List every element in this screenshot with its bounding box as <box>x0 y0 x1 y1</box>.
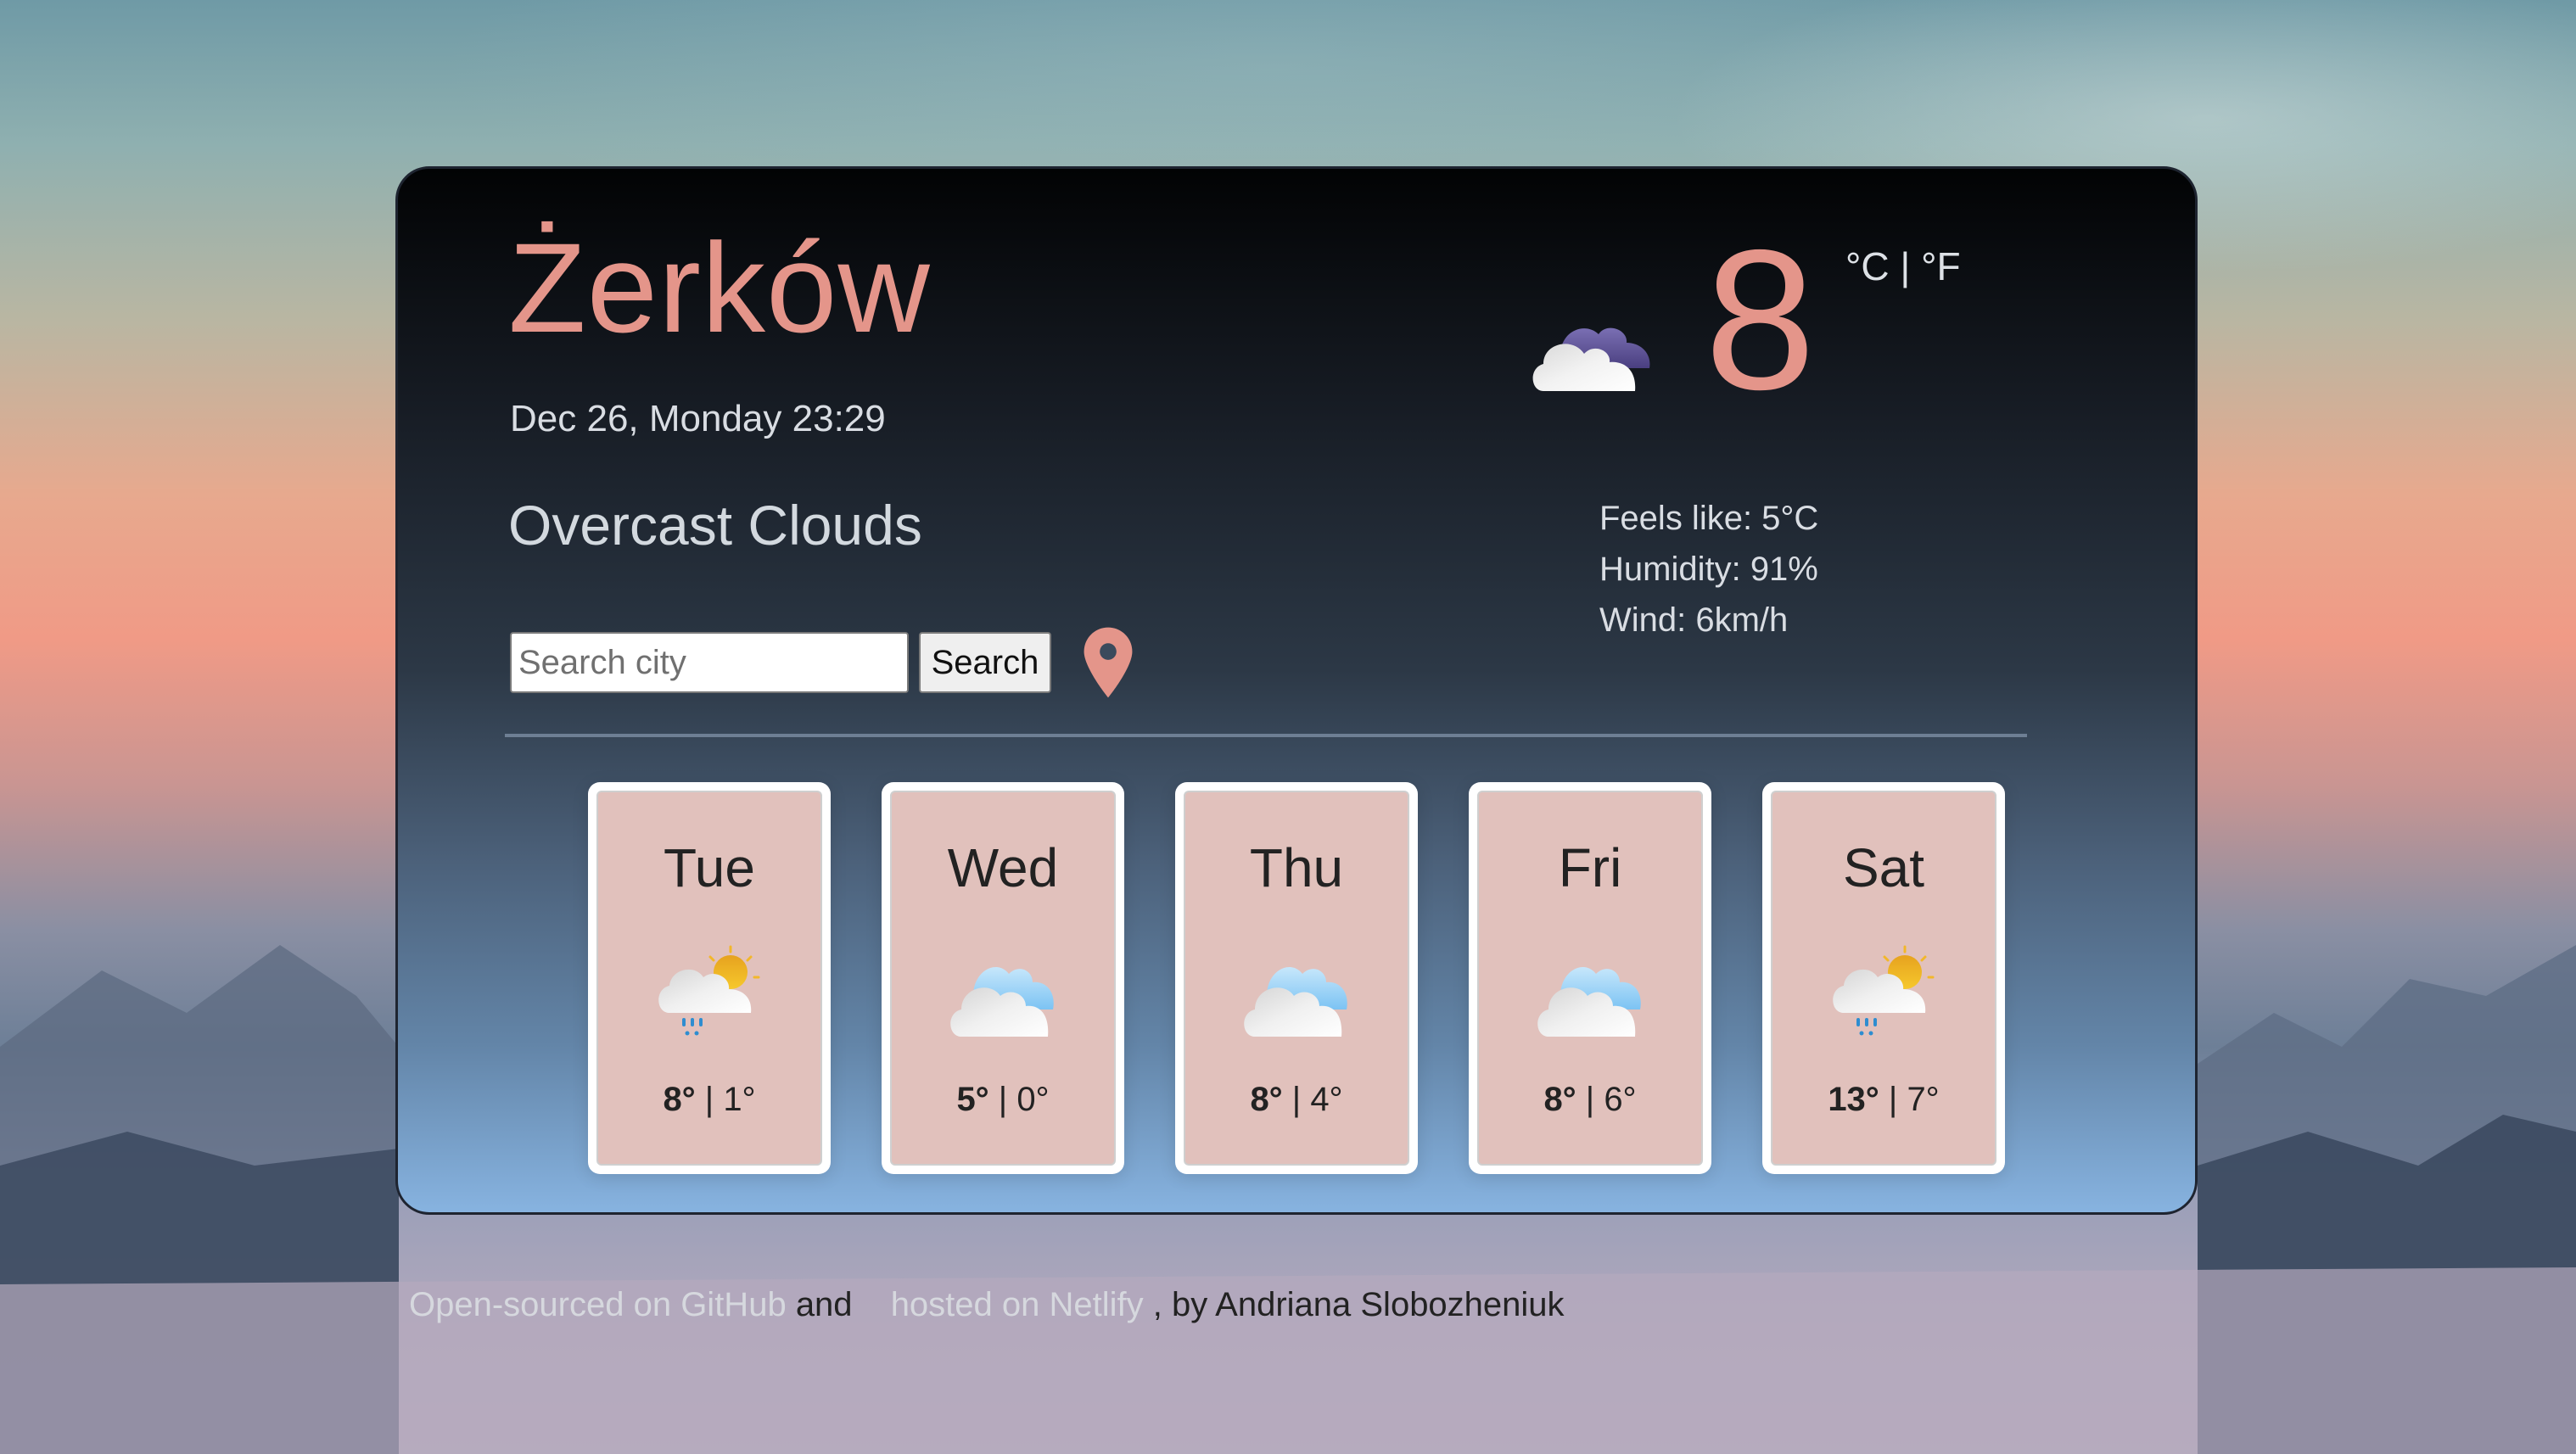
forecast-temps: 5° | 0° <box>892 1081 1114 1119</box>
sun-cloud-rain-icon <box>1833 945 1935 1036</box>
forecast-max-temp: 5° <box>956 1081 989 1118</box>
forecast-day-card-thu[interactable]: Thu 8° | 4° <box>1175 782 1418 1174</box>
weather-description: Overcast Clouds <box>508 494 922 556</box>
unit-toggle: °C | °F <box>1845 243 1961 289</box>
forecast-max-temp: 8° <box>1250 1081 1283 1118</box>
humidity: Humidity: 91% <box>1599 551 1818 588</box>
current-temperature: 8 <box>1705 208 1816 431</box>
cloudy-icon <box>1244 967 1347 1037</box>
feels-like: Feels like: 5°C <box>1599 500 1819 537</box>
fahrenheit-link[interactable]: °F <box>1921 244 1961 288</box>
forecast-separator: | <box>1879 1081 1907 1118</box>
sun-cloud-rain-icon <box>658 945 760 1036</box>
forecast-max-temp: 8° <box>1543 1081 1576 1118</box>
date-time: Dec 26, Monday 23:29 <box>510 398 886 439</box>
forecast-temps: 8° | 6° <box>1479 1081 1701 1119</box>
weather-details: Feels like: 5°C Humidity: 91% Wind: 6km/… <box>1599 493 1818 646</box>
forecast-day-card-tue[interactable]: Tue 8° | 1° <box>588 782 831 1174</box>
forecast-min-temp: 4° <box>1310 1081 1343 1118</box>
footer-and: and <box>795 1286 853 1323</box>
forecast-separator: | <box>988 1081 1017 1118</box>
forecast-temps: 8° | 1° <box>598 1081 820 1119</box>
forecast-day-inner: Fri 8° | 6° <box>1477 791 1703 1166</box>
weather-card: Żerków Dec 26, Monday 23:29 Overcast Clo… <box>395 166 2198 1215</box>
map-pin-icon[interactable] <box>1082 627 1134 698</box>
wind: Wind: 6km/h <box>1599 601 1789 639</box>
forecast-day-inner: Wed 5° | 0° <box>890 791 1116 1166</box>
overcast-clouds-icon <box>1532 327 1650 391</box>
forecast-day-card-fri[interactable]: Fri 8° | 6° <box>1469 782 1711 1174</box>
forecast-list: Tue 8° | 1° Wed 5° | 0° Thu 8° | 4° Fri <box>588 782 2005 1174</box>
forecast-day-name: Tue <box>664 837 755 898</box>
cloudy-icon <box>950 967 1054 1037</box>
divider <box>505 734 2027 737</box>
forecast-min-temp: 1° <box>723 1081 756 1118</box>
forecast-temps: 8° | 4° <box>1185 1081 1408 1119</box>
footer-author: , by Andriana Slobozheniuk <box>1152 1286 1565 1323</box>
forecast-day-name: Sat <box>1842 837 1925 898</box>
forecast-temps: 13° | 7° <box>1772 1081 1995 1119</box>
forecast-day-inner: Thu 8° | 4° <box>1184 791 1409 1166</box>
celsius-link[interactable]: °C <box>1845 244 1890 288</box>
forecast-min-temp: 0° <box>1016 1081 1050 1118</box>
github-link[interactable]: Open-sourced on GitHub <box>409 1286 787 1323</box>
forecast-separator: | <box>1282 1081 1311 1118</box>
forecast-day-inner: Sat 13° | 7° <box>1771 791 1996 1166</box>
forecast-min-temp: 7° <box>1907 1081 1940 1118</box>
unit-separator: | <box>1889 244 1922 288</box>
forecast-separator: | <box>1576 1081 1604 1118</box>
forecast-separator: | <box>695 1081 724 1118</box>
forecast-day-card-sat[interactable]: Sat 13° | 7° <box>1762 782 2005 1174</box>
forecast-max-temp: 13° <box>1828 1081 1879 1118</box>
forecast-max-temp: 8° <box>663 1081 696 1118</box>
forecast-day-card-wed[interactable]: Wed 5° | 0° <box>882 782 1124 1174</box>
netlify-link[interactable]: hosted on Netlify <box>891 1286 1144 1323</box>
cloudy-icon <box>1537 967 1641 1037</box>
footer: Open-sourced on GitHub and hosted on Net… <box>409 1286 1565 1324</box>
search-button[interactable]: Search <box>919 632 1051 693</box>
search-form: Search <box>510 627 1134 698</box>
city-name: Żerków <box>508 216 931 359</box>
forecast-day-inner: Tue 8° | 1° <box>596 791 822 1166</box>
forecast-day-name: Wed <box>947 837 1059 898</box>
forecast-min-temp: 6° <box>1604 1081 1637 1118</box>
forecast-day-name: Fri <box>1558 837 1622 898</box>
forecast-day-name: Thu <box>1249 837 1344 898</box>
search-city-input[interactable] <box>510 632 909 693</box>
